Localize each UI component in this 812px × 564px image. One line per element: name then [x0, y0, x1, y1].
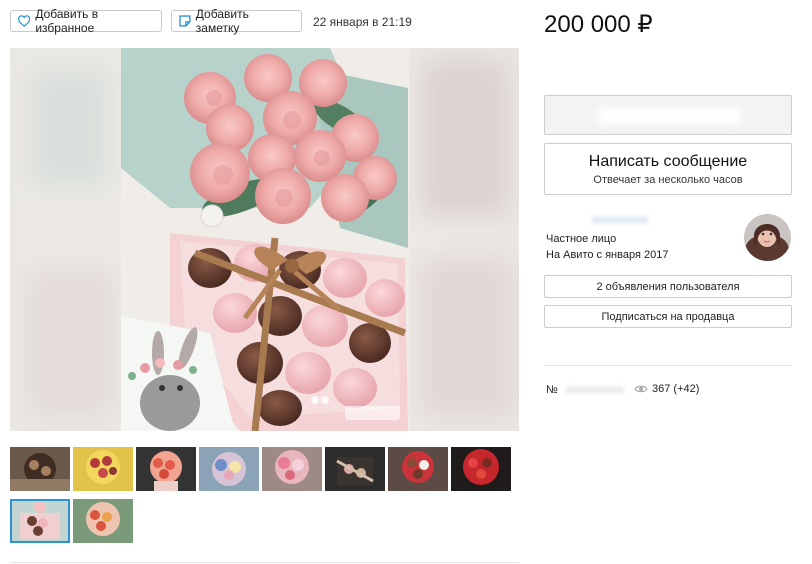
- views-count: 367 (+42): [652, 383, 700, 395]
- response-time: Отвечает за несколько часов: [593, 174, 743, 186]
- write-message-title: Написать сообщение: [588, 153, 748, 170]
- add-to-favorites-button[interactable]: Добавить в избранное: [10, 7, 162, 35]
- thumbnail-3[interactable]: [136, 447, 196, 491]
- thumbnail-5[interactable]: [262, 447, 322, 491]
- add-note-button[interactable]: Добавить заметку: [171, 7, 302, 35]
- note-icon: [179, 15, 191, 27]
- listing-number-hidden: [566, 387, 624, 393]
- heart-icon: [18, 15, 31, 27]
- thumbnail-10[interactable]: [73, 499, 133, 543]
- seller-type: Частное лицо: [546, 233, 617, 245]
- seller-since: На Авито с января 2017: [546, 249, 669, 261]
- thumbnail-6[interactable]: [325, 447, 385, 491]
- thumbnail-2[interactable]: [73, 447, 133, 491]
- views-counter: 367 (+42): [634, 383, 699, 395]
- thumbnail-7[interactable]: [388, 447, 448, 491]
- add-note-label: Добавить заметку: [195, 7, 249, 35]
- seller-listings-button[interactable]: 2 объявления пользователя: [544, 275, 792, 298]
- sidebar-divider: [544, 365, 792, 366]
- thumbnail-4[interactable]: [199, 447, 259, 491]
- show-phone-button[interactable]: [544, 95, 792, 135]
- phone-number-hidden: [597, 108, 742, 124]
- price: 200 000 ₽: [544, 11, 653, 38]
- seller-name-hidden[interactable]: [592, 217, 648, 223]
- subscribe-seller-button[interactable]: Подписаться на продавца: [544, 305, 792, 328]
- write-message-button[interactable]: Написать сообщение Отвечает за несколько…: [544, 143, 792, 195]
- thumbnail-8[interactable]: [451, 447, 511, 491]
- thumbnail-1[interactable]: [10, 447, 70, 491]
- photo-bottom-divider: [10, 562, 519, 563]
- listing-number-label: №: [546, 384, 558, 396]
- add-to-favorites-label: Добавить в избранное: [35, 7, 99, 35]
- seller-avatar[interactable]: [744, 214, 791, 261]
- publish-date: 22 января в 21:19: [313, 15, 412, 29]
- eye-icon: [634, 385, 648, 393]
- main-photo[interactable]: [10, 48, 519, 431]
- thumbnail-9-selected[interactable]: [10, 499, 70, 543]
- main-photo-image: [10, 48, 519, 431]
